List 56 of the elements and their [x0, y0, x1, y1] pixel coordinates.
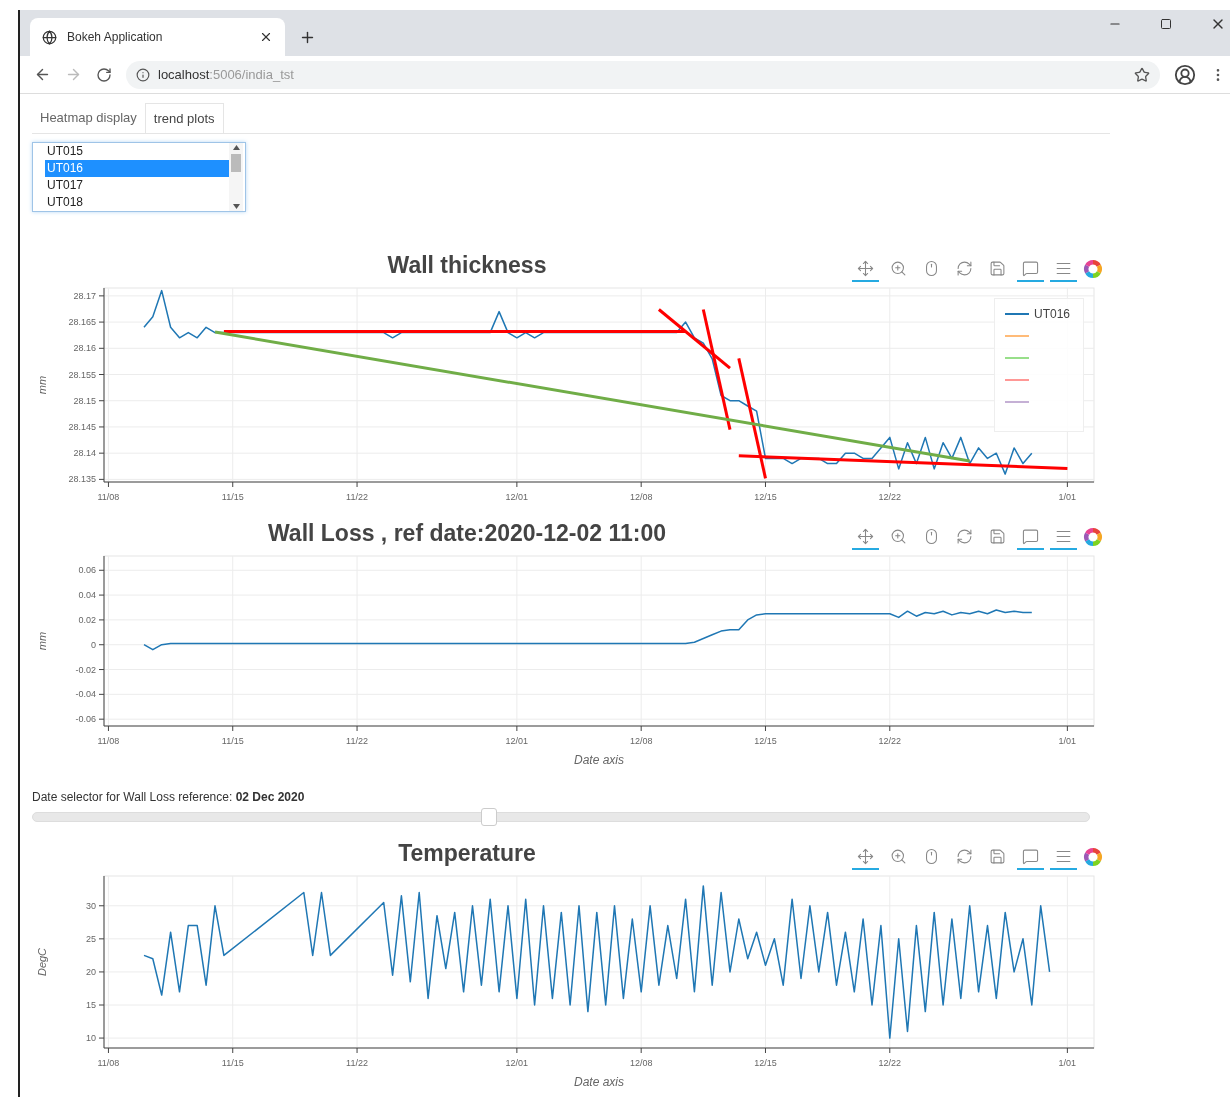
tick-label: 12/08: [629, 492, 653, 502]
tick-label: 1/01: [1058, 736, 1077, 746]
tick-label: 11/22: [346, 492, 368, 502]
tick-label: 11/15: [221, 492, 244, 502]
chart-title: Temperature: [398, 838, 536, 868]
legend-label: UT016: [1034, 305, 1071, 323]
tick-label: 28.16: [73, 343, 96, 354]
axis-label: Date axis: [574, 753, 624, 767]
tick-label: 12/15: [754, 492, 777, 502]
tick-label: 0: [91, 639, 96, 650]
tick-label: 0.04: [78, 590, 96, 601]
tick-label: 12/22: [878, 1058, 902, 1068]
tick-label: 30: [86, 900, 96, 911]
tick-label: 10: [86, 1033, 96, 1044]
axis-label: Date axis: [574, 1075, 624, 1089]
axis-label: DegC: [36, 947, 48, 977]
tick-label: 11/15: [221, 1058, 244, 1068]
tick-label: 12/01: [505, 1058, 529, 1068]
tick-label: 11/22: [346, 736, 368, 746]
tick-label: -0.04: [75, 689, 96, 700]
chart-title: Wall Loss , ref date:2020-12-02 11:00: [268, 518, 666, 548]
tick-label: 1/01: [1058, 492, 1077, 502]
tick-label: 12/01: [505, 736, 529, 746]
tick-label: 12/08: [629, 1058, 653, 1068]
slider-label: Date selector for Wall Loss reference: 02 Dec 2020: [32, 789, 306, 806]
tick-label: 15: [86, 1000, 96, 1010]
tick-label: 11/08: [97, 492, 120, 502]
tab-title: Bokeh Application: [67, 29, 164, 46]
tick-label: 1/01: [1058, 1058, 1077, 1068]
tick-label: 12/01: [505, 492, 529, 502]
tick-label: 28.165: [68, 317, 96, 328]
tick-label: 20: [86, 966, 96, 977]
tick-label: 11/08: [97, 1058, 120, 1068]
tick-label: 28.135: [68, 474, 96, 485]
tick-label: 28.145: [68, 421, 96, 432]
tick-label: 12/15: [754, 1058, 777, 1068]
tick-label: 25: [86, 933, 96, 944]
axis-label: mm: [36, 375, 48, 395]
tick-label: 12/22: [878, 492, 902, 502]
tick-label: -0.02: [75, 664, 96, 675]
tick-label: 28.14: [73, 448, 96, 459]
tick-label: 12/15: [754, 736, 777, 746]
tick-label: 12/22: [878, 736, 902, 746]
tick-label: 28.155: [68, 369, 96, 380]
tick-label: 28.17: [73, 290, 96, 301]
tick-label: 28.15: [73, 395, 96, 406]
chart-title: Wall thickness: [387, 250, 547, 280]
tick-label: -0.06: [75, 714, 96, 725]
tick-label: 11/15: [221, 736, 244, 746]
tick-label: 11/08: [97, 736, 120, 746]
tick-label: 12/08: [629, 736, 653, 746]
axis-label: mm: [36, 631, 48, 651]
url-text: localhost:5006/india_tst: [158, 65, 294, 84]
tick-label: 11/22: [346, 1058, 368, 1068]
tick-label: 0.06: [78, 565, 96, 576]
tick-label: 0.02: [78, 614, 96, 625]
